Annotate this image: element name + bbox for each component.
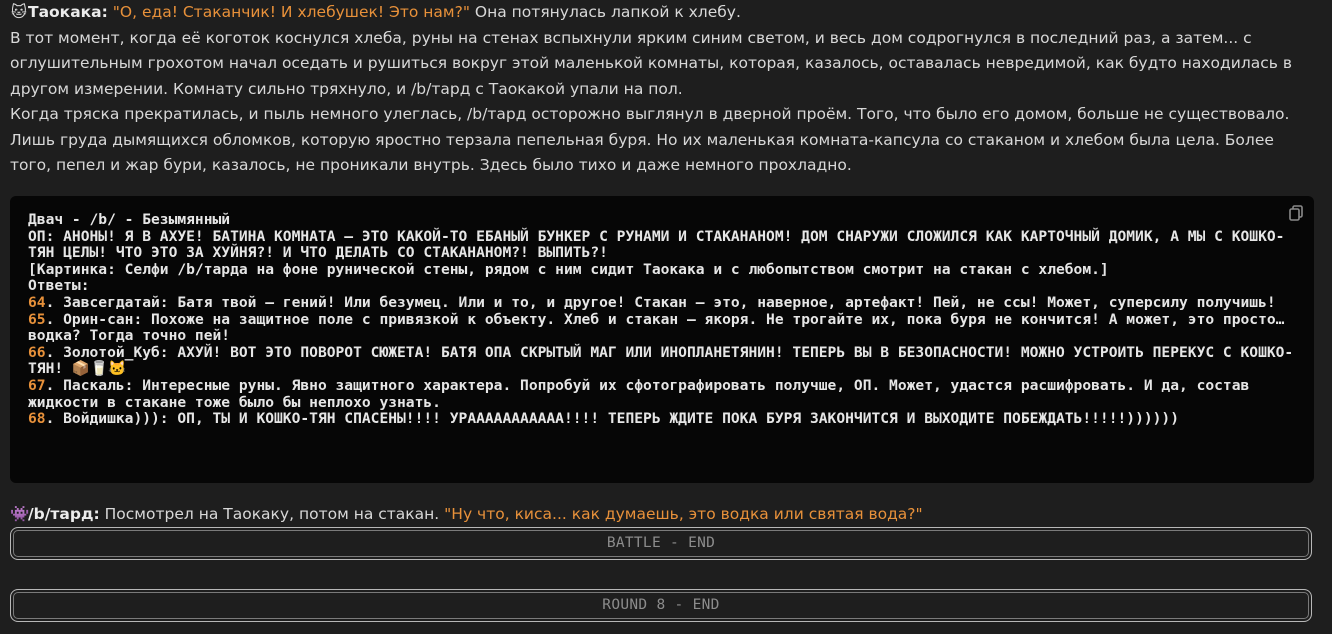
cat-icon: 🐱	[10, 3, 28, 21]
reply-text: . Войдишка))): ОП, ТЫ И КОШКО-ТЯН СПАСЕН…	[45, 410, 1179, 428]
reply-post: 67. Паскаль: Интересные руны. Явно защит…	[28, 376, 1296, 411]
op-post: ОП: АНОНЫ! Я В АХУЕ! БАТИНА КОМНАТА – ЭТ…	[28, 227, 1285, 262]
reply-number: 66	[28, 343, 46, 361]
reply-text: . Орин-сан: Похоже на защитное поле с пр…	[28, 310, 1294, 345]
reply-text: . Завсегдатай: Батя твой – гений! Или бе…	[45, 293, 1276, 311]
copy-icon[interactable]	[1288, 205, 1304, 221]
round-end-banner: ROUND 8 - END	[10, 589, 1312, 622]
speaker-name: Таокака:	[28, 3, 108, 21]
reply-number: 67	[28, 376, 46, 394]
reply-number: 68	[28, 410, 46, 428]
reply-post: 64. Завсегдатай: Батя твой – гений! Или …	[28, 293, 1296, 312]
message-body: 🐱Таокака: "О, еда! Стаканчик! И хлебушек…	[10, 0, 1314, 179]
dialogue-quote: "О, еда! Стаканчик! И хлебушек! Это нам?…	[112, 3, 470, 21]
reply-text: . Паскаль: Интересные руны. Явно защитно…	[28, 376, 1259, 411]
paragraph-collapse: В тот момент, когда её коготок коснулся …	[10, 28, 1292, 98]
narration-text: Она потянулась лапкой к хлебу.	[469, 3, 741, 21]
narration-text: Посмотрел на Таокаку, потом на стакан.	[99, 505, 445, 523]
paragraph-aftermath: Когда тряска прекратилась, и пыль немног…	[10, 105, 1290, 174]
reply-post: 65. Орин-сан: Похоже на защитное поле с …	[28, 310, 1296, 345]
alien-monster-icon: 👾	[10, 505, 30, 523]
speaker-name: /b/тард:	[28, 505, 100, 523]
answers-label: Ответы:	[28, 277, 90, 295]
code-block: Двач - /b/ - Безымянный ОП: АНОНЫ! Я В А…	[10, 196, 1314, 483]
image-caption: [Картинка: Селфи /b/тарда на фоне руниче…	[28, 260, 1109, 278]
reply-post: 66. Золотой_Куб: АХУЙ! ВОТ ЭТО ПОВОРОТ С…	[28, 343, 1296, 378]
reply-number: 64	[28, 293, 46, 311]
dialogue-quote: "Ну что, киса... как думаешь, это водка …	[444, 505, 923, 523]
reply-number: 65	[28, 310, 46, 328]
thread-header: Двач - /b/ - Безымянный	[28, 211, 231, 228]
reply-post: 68. Войдишка))): ОП, ТЫ И КОШКО-ТЯН СПАС…	[28, 410, 1296, 428]
paragraph-btard: 👾/b/тард: Посмотрел на Таокаку, потом на…	[10, 502, 923, 528]
paragraph-taokaka: 🐱Таокака: "О, еда! Стаканчик! И хлебушек…	[10, 0, 1314, 26]
battle-end-banner: BATTLE - END	[10, 527, 1312, 560]
reply-text: . Золотой_Куб: АХУЙ! ВОТ ЭТО ПОВОРОТ СЮЖ…	[28, 343, 1294, 378]
